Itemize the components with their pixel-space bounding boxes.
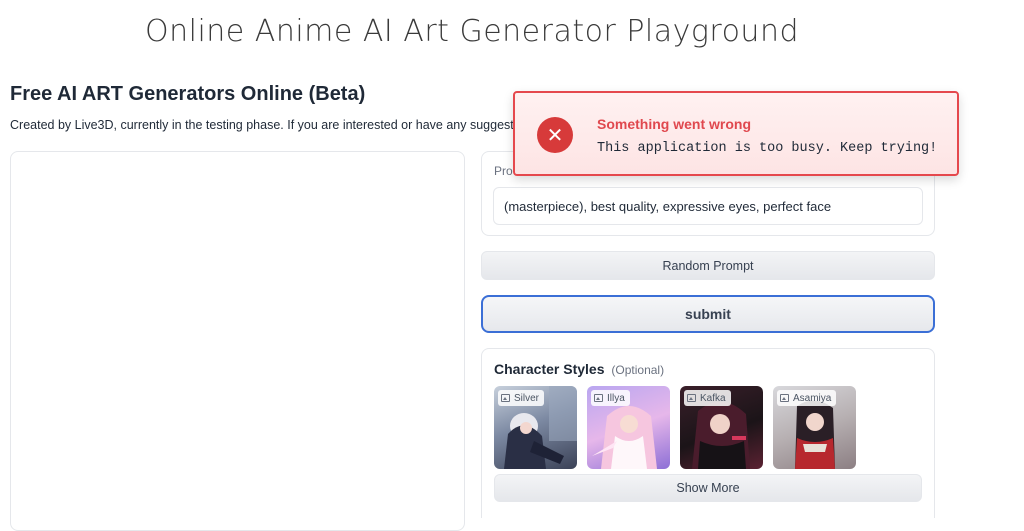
output-image-panel [10, 151, 465, 531]
close-circle-icon[interactable]: ✕ [537, 117, 573, 153]
toast-title: Something went wrong [597, 116, 751, 132]
prompt-label: Pro [494, 164, 513, 178]
character-tag: Kafka [684, 390, 731, 406]
random-prompt-button[interactable]: Random Prompt [481, 251, 935, 280]
error-toast: ✕ Something went wrong This application … [513, 91, 959, 176]
character-tag: Silver [498, 390, 545, 406]
character-thumb-illya[interactable]: Illya [587, 386, 670, 469]
character-name: Illya [607, 392, 625, 404]
image-icon [780, 394, 789, 402]
character-styles-panel: Character Styles (Optional) Silver Illya [481, 348, 935, 518]
image-icon [594, 394, 603, 402]
character-styles-title: Character Styles (Optional) [494, 361, 664, 377]
description-text: Created by Live3D, currently in the test… [10, 118, 531, 132]
character-tag: Illya [591, 390, 630, 406]
toast-message: This application is too busy. Keep tryin… [597, 141, 938, 156]
image-icon [501, 394, 510, 402]
character-name: Silver [514, 392, 540, 404]
section-title: Free AI ART Generators Online (Beta) [10, 83, 366, 105]
page-title: Online Anime AI Art Generator Playground [145, 14, 799, 49]
character-name: Kafka [700, 392, 726, 404]
character-tag: Asamiya [777, 390, 837, 406]
show-more-button[interactable]: Show More [494, 474, 922, 502]
image-icon [687, 394, 696, 402]
character-styles-label: Character Styles [494, 361, 605, 377]
prompt-input[interactable] [493, 187, 923, 225]
character-thumb-kafka[interactable]: Kafka [680, 386, 763, 469]
character-thumb-asamiya[interactable]: Asamiya [773, 386, 856, 469]
optional-label: (Optional) [611, 363, 665, 377]
character-name: Asamiya [793, 392, 832, 404]
submit-button[interactable]: submit [481, 295, 935, 333]
character-thumb-silver[interactable]: Silver [494, 386, 577, 469]
